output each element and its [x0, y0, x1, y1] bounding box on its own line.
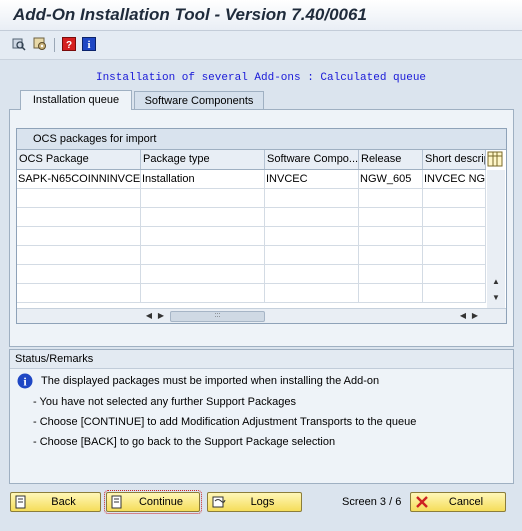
cell-software-component — [265, 189, 359, 208]
cell-ocs-package — [17, 227, 141, 246]
main-content: Installation of several Add-ons : Calcul… — [0, 60, 522, 531]
info-icon[interactable]: i — [82, 37, 96, 51]
settings-icon[interactable] — [33, 37, 47, 51]
cell-short-description — [423, 189, 486, 208]
status-message: The displayed packages must be imported … — [41, 375, 380, 387]
scroll-left-icon[interactable]: ◀ — [143, 310, 155, 322]
cell-ocs-package — [17, 246, 141, 265]
toolbar-separator — [54, 38, 55, 52]
column-header-package-type[interactable]: Package type — [141, 150, 265, 169]
cell-short-description: INVCEC NGW — [423, 170, 486, 189]
info-circle-icon: i — [17, 373, 33, 389]
cell-ocs-package — [17, 284, 141, 303]
cell-software-component — [265, 284, 359, 303]
cell-release: NGW_605 — [359, 170, 423, 189]
column-header-short-description[interactable]: Short descrip — [423, 150, 486, 169]
table-layout-icon[interactable] — [487, 151, 503, 167]
status-header: Status/Remarks — [10, 350, 513, 369]
svg-text:i: i — [87, 39, 90, 51]
cell-ocs-package — [17, 189, 141, 208]
scroll-right-end-icon[interactable]: ▶ — [469, 310, 481, 322]
table-row[interactable] — [17, 246, 486, 265]
cell-ocs-package — [17, 265, 141, 284]
table-row[interactable] — [17, 265, 486, 284]
queue-title: Installation of several Add-ons : Calcul… — [95, 72, 427, 84]
logs-button[interactable]: Logs — [207, 492, 302, 512]
cancel-label: Cancel — [448, 496, 484, 508]
table-header: OCS Package Package type Software Compo.… — [17, 150, 486, 170]
cell-package-type — [141, 284, 265, 303]
cell-short-description — [423, 208, 486, 227]
continue-label: Continue — [138, 496, 184, 508]
table-title: OCS packages for import — [17, 129, 506, 150]
back-label: Back — [51, 496, 76, 508]
cell-package-type — [141, 246, 265, 265]
cell-short-description — [423, 284, 486, 303]
cell-release — [359, 189, 423, 208]
cell-software-component: INVCEC — [265, 170, 359, 189]
scroll-left-end-icon[interactable]: ◀ — [457, 310, 469, 322]
logs-label: Logs — [250, 496, 275, 508]
cell-short-description — [423, 265, 486, 284]
toolbar: ? i — [0, 31, 522, 60]
status-remark: - Choose [CONTINUE] to add Modification … — [33, 416, 417, 428]
cell-release — [359, 227, 423, 246]
cell-software-component — [265, 265, 359, 284]
status-remarks-panel: Status/Remarks i The displayed packages … — [9, 349, 514, 484]
table-row[interactable]: SAPK-N65COINNINVCEC Installation INVCEC … — [17, 170, 486, 189]
cell-release — [359, 284, 423, 303]
cell-release — [359, 265, 423, 284]
cell-package-type: Installation — [141, 170, 265, 189]
cell-software-component — [265, 227, 359, 246]
status-remark: - Choose [BACK] to go back to the Suppor… — [33, 436, 336, 448]
cell-ocs-package: SAPK-N65COINNINVCEC — [17, 170, 141, 189]
tab-installation-queue[interactable]: Installation queue — [20, 90, 132, 110]
screen-indicator: Screen 3 / 6 — [342, 496, 402, 508]
cell-release — [359, 246, 423, 265]
cell-software-component — [265, 208, 359, 227]
cell-software-component — [265, 246, 359, 265]
table-row[interactable] — [17, 284, 486, 303]
cell-package-type — [141, 265, 265, 284]
horizontal-scrollbar[interactable]: ◀ ▶ ::: ◀ ▶ — [17, 308, 506, 323]
cell-short-description — [423, 246, 486, 265]
tab-software-components[interactable]: Software Components — [134, 91, 264, 110]
title-bar: Add-On Installation Tool - Version 7.40/… — [0, 0, 522, 31]
cell-release — [359, 208, 423, 227]
table-body: SAPK-N65COINNINVCEC Installation INVCEC … — [17, 170, 486, 308]
status-remark: - You have not selected any further Supp… — [33, 396, 296, 408]
scroll-down-icon[interactable]: ▼ — [490, 292, 502, 304]
window-title: Add-On Installation Tool - Version 7.40/… — [13, 5, 367, 24]
cell-ocs-package — [17, 208, 141, 227]
table-row[interactable] — [17, 227, 486, 246]
cell-package-type — [141, 227, 265, 246]
ocs-packages-table: OCS packages for import OCS Package Pack… — [16, 128, 507, 324]
cell-short-description — [423, 227, 486, 246]
installation-queue-panel: OCS packages for import OCS Package Pack… — [9, 109, 514, 347]
column-header-ocs-package[interactable]: OCS Package — [17, 150, 141, 169]
table-row[interactable] — [17, 189, 486, 208]
help-icon[interactable]: ? — [62, 37, 76, 51]
column-header-software-component[interactable]: Software Compo... — [265, 150, 359, 169]
table-row[interactable] — [17, 208, 486, 227]
back-button[interactable]: Back — [10, 492, 101, 512]
column-header-release[interactable]: Release — [359, 150, 423, 169]
cancel-button[interactable]: Cancel — [410, 492, 506, 512]
scroll-up-icon[interactable]: ▲ — [490, 276, 502, 288]
scroll-thumb[interactable]: ::: — [170, 311, 265, 322]
vertical-scrollbar[interactable]: ▲ ▼ — [487, 170, 505, 308]
cell-package-type — [141, 208, 265, 227]
find-icon[interactable] — [12, 37, 26, 51]
continue-button[interactable]: Continue — [104, 490, 202, 514]
button-bar: Back Continue Logs Screen 3 / 6 Cancel — [0, 482, 522, 531]
cell-package-type — [141, 189, 265, 208]
svg-text:?: ? — [66, 40, 72, 51]
scroll-right-icon[interactable]: ▶ — [155, 310, 167, 322]
